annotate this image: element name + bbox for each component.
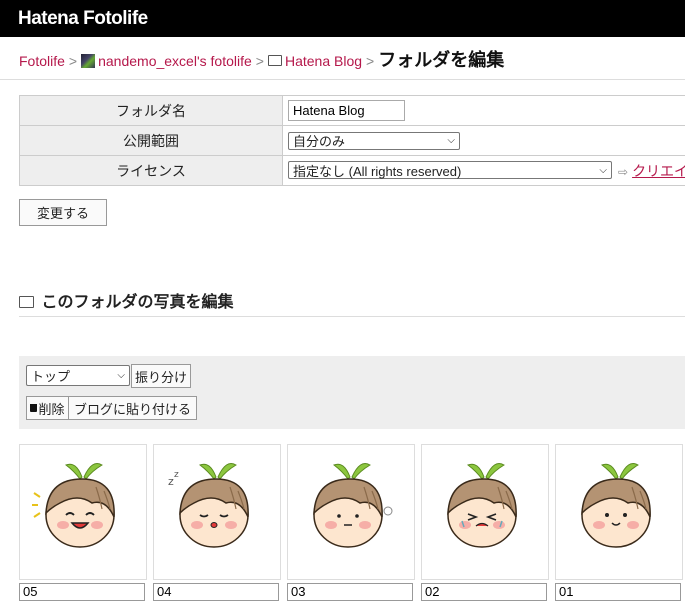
breadcrumb: Fotolife > nandemo_excel's fotolife > Hatena… <box>19 46 504 72</box>
top-bar: Hatena Fotolife <box>0 0 685 37</box>
folder-icon <box>267 55 282 66</box>
photo-caption-input[interactable] <box>555 583 681 601</box>
breadcrumb-separator: > <box>255 53 264 69</box>
baby-laugh-image <box>32 463 115 548</box>
breadcrumb-separator: > <box>68 53 78 69</box>
move-target-select[interactable]: トップ ⌵ <box>26 365 130 386</box>
photo-caption-input[interactable] <box>19 583 145 601</box>
trash-icon <box>30 404 38 412</box>
folder-name-label: フォルダ名 <box>19 95 283 126</box>
chevron-down-icon: ⌵ <box>599 164 607 176</box>
move-target-value: トップ <box>31 369 71 384</box>
photo-toolbar: トップ ⌵ 振り分け 削除 ブログに貼り付ける <box>19 356 685 429</box>
breadcrumb-folder[interactable]: Hatena Blog <box>285 53 362 69</box>
sort-button[interactable]: 振り分け <box>131 364 191 388</box>
delete-button[interactable]: 削除 <box>26 396 69 420</box>
photo-item <box>19 444 149 607</box>
page-title: フォルダを編集 <box>378 50 505 70</box>
breadcrumb-user-fotolife[interactable]: nandemo_excel's fotolife <box>98 53 252 69</box>
license-label: ライセンス <box>19 155 283 186</box>
svg-text:z: z <box>174 470 179 480</box>
folder-icon <box>19 296 34 308</box>
baby-cry-image <box>447 463 517 548</box>
folder-name-input[interactable] <box>288 100 405 121</box>
photo-thumbnail[interactable] <box>19 444 147 580</box>
baby-smile-image <box>581 463 651 548</box>
folder-settings-table: フォルダ名 公開範囲 自分のみ ⌵ ライセンス 指定なし (All rights … <box>19 95 685 186</box>
baby-surprised-image <box>313 463 393 548</box>
user-avatar-icon <box>81 54 96 68</box>
creative-commons-link[interactable]: クリエイ <box>632 163 685 179</box>
photo-caption-input[interactable] <box>153 583 279 601</box>
photo-caption-input[interactable] <box>421 583 547 601</box>
divider <box>0 79 685 80</box>
visibility-label: 公開範囲 <box>19 125 283 156</box>
visibility-select[interactable]: 自分のみ ⌵ <box>288 131 460 150</box>
photo-item <box>555 444 685 607</box>
photo-item <box>287 444 417 607</box>
delete-button-label: 削除 <box>38 401 65 417</box>
section-title-text: このフォルダの写真を編集 <box>41 294 234 311</box>
photo-caption-input[interactable] <box>287 583 413 601</box>
chevron-down-icon: ⌵ <box>447 135 455 146</box>
divider <box>19 316 685 317</box>
arrow-right-icon: ⇨ <box>618 164 629 179</box>
paste-to-blog-button[interactable]: ブログに貼り付ける <box>68 396 197 420</box>
photo-item <box>421 444 551 607</box>
photo-item: zz <box>153 444 283 607</box>
photo-thumbnail[interactable] <box>421 444 549 580</box>
license-select-value: 指定なし (All rights reserved) <box>293 163 462 179</box>
section-title: このフォルダの写真を編集 <box>19 288 233 312</box>
hatena-fotolife-logo[interactable]: Hatena Fotolife <box>18 8 148 30</box>
breadcrumb-separator: > <box>366 53 375 69</box>
visibility-select-value: 自分のみ <box>293 134 346 149</box>
change-button[interactable]: 変更する <box>19 199 107 226</box>
chevron-down-icon: ⌵ <box>117 370 125 381</box>
photo-thumbnail[interactable] <box>555 444 683 580</box>
breadcrumb-fotolife[interactable]: Fotolife <box>19 53 65 69</box>
license-select[interactable]: 指定なし (All rights reserved) ⌵ <box>288 161 612 179</box>
baby-sleep-image: zz <box>168 463 249 548</box>
photo-thumbnail[interactable] <box>287 444 415 580</box>
photo-thumbnail[interactable]: zz <box>153 444 281 580</box>
